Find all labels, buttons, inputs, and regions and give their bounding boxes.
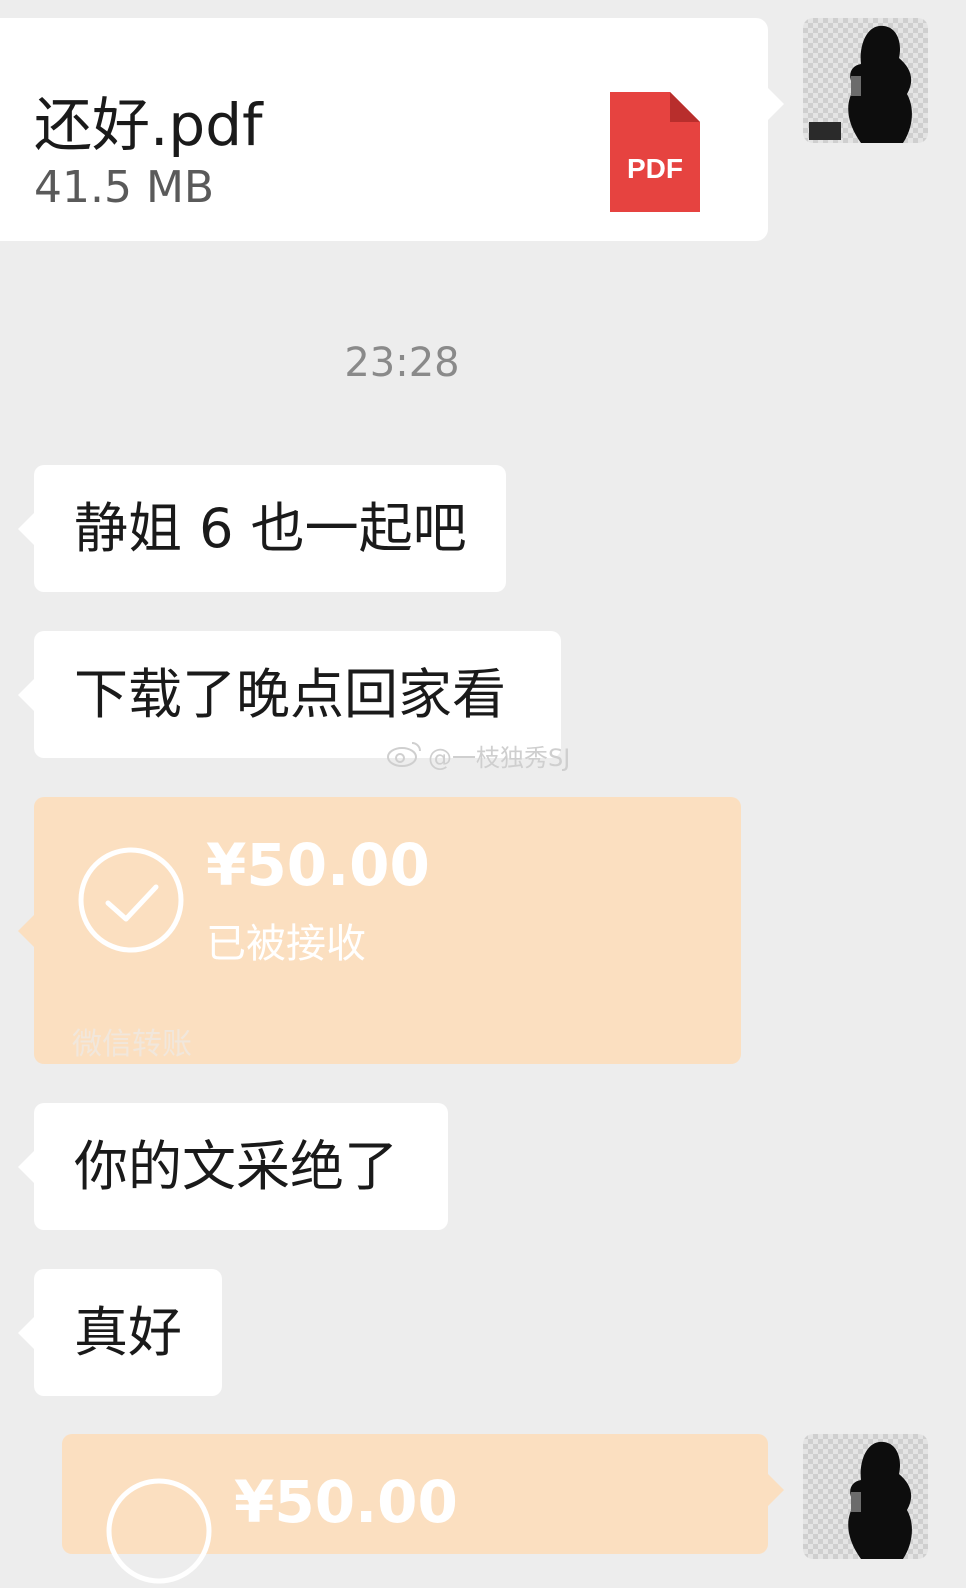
transfer-amount: ¥50.00 — [234, 1468, 458, 1536]
message-text: 你的文采绝了 — [74, 1134, 398, 1198]
avatar[interactable] — [803, 18, 928, 143]
watermark-text: @一枝独秀SJ — [428, 744, 571, 772]
message-text: 真好 — [74, 1300, 182, 1364]
avatar-image — [803, 18, 928, 143]
weibo-icon — [386, 739, 422, 773]
message-text: 下载了晚点回家看 — [74, 662, 506, 726]
pdf-icon: PDF — [610, 92, 700, 212]
file-name: 还好.pdf — [34, 91, 263, 159]
transfer-amount: ¥50.00 — [206, 831, 430, 899]
transfer-status: 已被接收 — [206, 921, 366, 967]
message-bubble[interactable]: 静姐 6 也一起吧 — [18, 465, 506, 592]
check-circle-icon — [78, 847, 184, 957]
message-text: 静姐 6 也一起吧 — [74, 496, 467, 560]
transfer-card[interactable]: ¥50.00 已被接收 微信转账 — [18, 797, 741, 1064]
file-message-bubble[interactable]: 还好.pdf 41.5 MB PDF — [0, 18, 784, 241]
watermark: @一枝独秀SJ — [386, 738, 570, 773]
check-circle-icon — [106, 1478, 212, 1588]
avatar-image — [803, 1434, 928, 1559]
pdf-badge-label: PDF — [627, 153, 683, 184]
timestamp: 23:28 — [344, 340, 460, 386]
avatar[interactable] — [803, 1434, 928, 1559]
transfer-caption: 微信转账 — [72, 1027, 192, 1062]
message-bubble[interactable]: 你的文采绝了 — [18, 1103, 448, 1230]
transfer-card-sent[interactable]: ¥50.00 — [62, 1434, 784, 1584]
file-size: 41.5 MB — [34, 162, 215, 213]
message-bubble[interactable]: 真好 — [18, 1269, 222, 1396]
